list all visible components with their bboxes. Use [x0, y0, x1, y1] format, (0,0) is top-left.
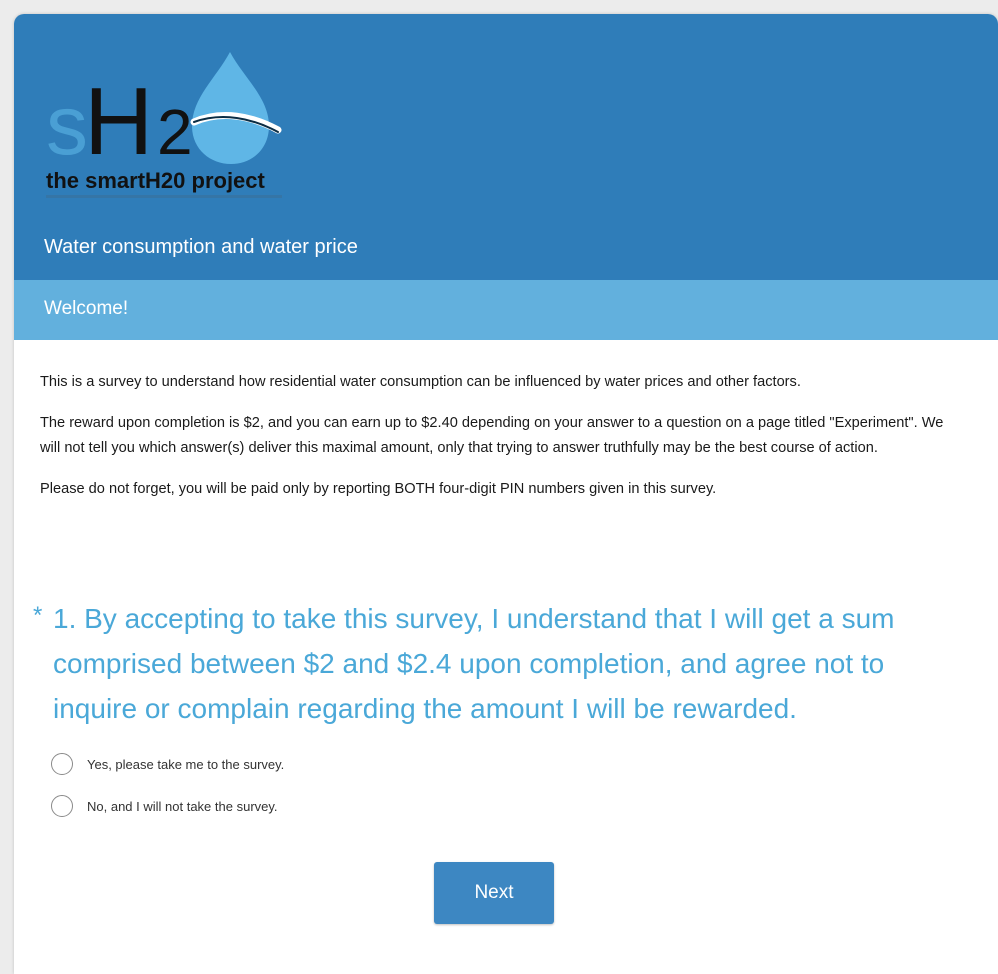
option-label: Yes, please take me to the survey.	[87, 756, 285, 772]
radio-button[interactable]	[51, 795, 73, 817]
page-title: Welcome!	[44, 298, 129, 319]
page-title-bar: Welcome!	[14, 280, 998, 340]
question-text: 1. By accepting to take this survey, I u…	[53, 603, 895, 724]
option-yes[interactable]: Yes, please take me to the survey.	[51, 752, 284, 776]
svg-text:s: s	[46, 78, 88, 172]
survey-header: s H 2 the smartH20 project Water consump…	[14, 14, 998, 280]
svg-text:2: 2	[157, 96, 193, 168]
survey-title: Water consumption and water price	[44, 236, 358, 258]
intro-paragraph: Please do not forget, you will be paid o…	[40, 480, 717, 497]
option-no[interactable]: No, and I will not take the survey.	[51, 794, 278, 818]
intro-paragraph: The reward upon completion is $2, and yo…	[40, 414, 944, 457]
smarth2o-logo: s H 2 the smartH20 project	[46, 52, 282, 198]
option-label: No, and I will not take the survey.	[87, 798, 278, 814]
required-marker: *	[33, 602, 43, 629]
svg-text:the smartH20 project: the smartH20 project	[46, 168, 266, 193]
intro-text: This is a survey to understand how resid…	[40, 370, 950, 517]
next-button[interactable]: Next	[434, 862, 554, 924]
radio-button[interactable]	[51, 753, 73, 775]
svg-text:H: H	[84, 68, 153, 175]
intro-paragraph: This is a survey to understand how resid…	[40, 374, 801, 390]
